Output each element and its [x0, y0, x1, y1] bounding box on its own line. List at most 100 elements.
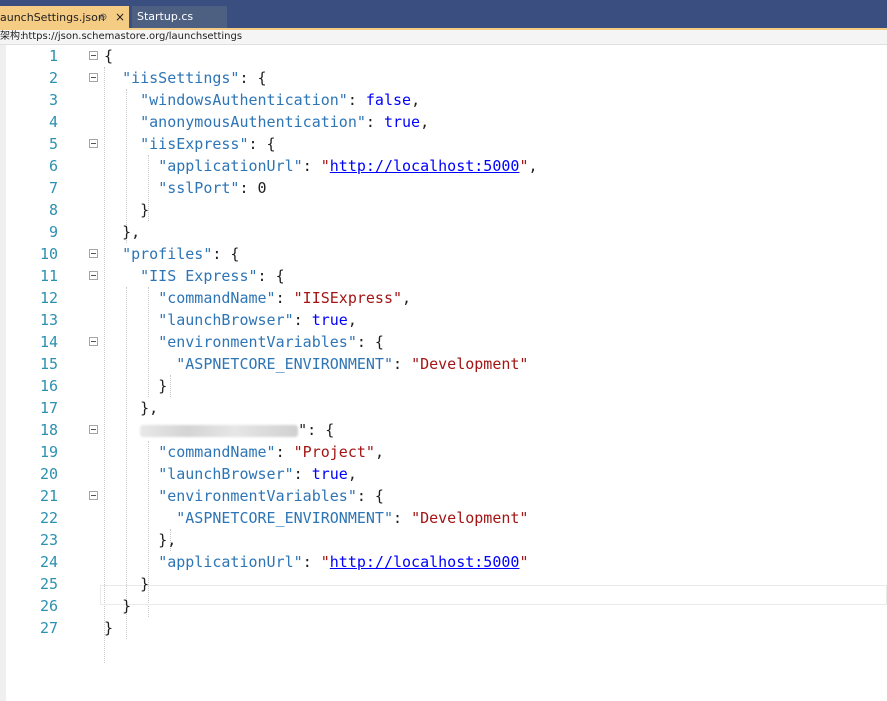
line-number: 13: [39, 311, 58, 329]
brace: }: [158, 377, 168, 395]
schema-bar: 架构: https://json.schemastore.org/launchs…: [0, 30, 887, 45]
code-line: 5 "iisExpress": {: [0, 133, 887, 155]
line-number: 24: [39, 553, 58, 571]
code-editor[interactable]: 1 { 2 "iisSettings": { 3 "windowsAuthent…: [0, 45, 887, 701]
line-number: 5: [48, 135, 58, 153]
code-line: 21 "environmentVariables": {: [0, 485, 887, 507]
line-number: 17: [39, 399, 58, 417]
collapse-icon[interactable]: [89, 139, 98, 148]
code-line: 3 "windowsAuthentication": false,: [0, 89, 887, 111]
punct: :: [347, 91, 366, 109]
json-string: "IISExpress": [293, 289, 403, 307]
pin-icon[interactable]: ⊕: [99, 7, 107, 29]
json-key: "applicationUrl": [158, 157, 303, 175]
tab-launchsettings-json[interactable]: aunchSettings.json ⊕ ×: [0, 6, 129, 30]
punct: ,: [411, 91, 421, 109]
json-bool: true: [311, 311, 348, 329]
line-number: 18: [39, 421, 58, 439]
tab-label: Startup.cs: [137, 10, 194, 23]
json-key: "iisExpress": [140, 135, 249, 153]
brace: }: [104, 619, 114, 637]
punct: :: [365, 113, 384, 131]
code-line: 15 "ASPNETCORE_ENVIRONMENT": "Developmen…: [0, 353, 887, 375]
json-key: "windowsAuthentication": [140, 91, 348, 109]
json-key: "sslPort": [158, 179, 240, 197]
code-line: 7 "sslPort": 0: [0, 177, 887, 199]
line-number: 12: [39, 289, 58, 307]
url-link[interactable]: http://localhost:5000: [330, 553, 520, 571]
json-bool: true: [311, 465, 348, 483]
line-number: 3: [48, 91, 58, 109]
document-tab-bar: aunchSettings.json ⊕ × Startup.cs: [0, 0, 887, 30]
code-line: 2 "iisSettings": {: [0, 67, 887, 89]
collapse-icon[interactable]: [89, 425, 98, 434]
punct: : {: [257, 267, 285, 285]
tab-startup-cs[interactable]: Startup.cs: [132, 6, 227, 28]
brace: }: [140, 201, 150, 219]
line-number: 1: [48, 47, 58, 65]
code-line: 20 "launchBrowser": true,: [0, 463, 887, 485]
punct: : {: [212, 245, 240, 263]
collapse-icon[interactable]: [89, 51, 98, 60]
code-line: 22 "ASPNETCORE_ENVIRONMENT": "Developmen…: [0, 507, 887, 529]
json-number: 0: [257, 179, 267, 197]
json-key: "launchBrowser": [158, 311, 294, 329]
code-line: 16 }: [0, 375, 887, 397]
brace: },: [122, 223, 141, 241]
json-key: "IIS Express": [140, 267, 258, 285]
collapse-icon[interactable]: [89, 491, 98, 500]
code-line: 14 "environmentVariables": {: [0, 331, 887, 353]
punct: : {: [356, 487, 384, 505]
punct: :: [293, 311, 312, 329]
code-line: 8 }: [0, 199, 887, 221]
line-number: 4: [48, 113, 58, 131]
punct: ,: [347, 465, 357, 483]
code-line: 19 "commandName": "Project",: [0, 441, 887, 463]
punct: : {: [356, 333, 384, 351]
line-number: 6: [48, 157, 58, 175]
collapse-icon[interactable]: [89, 73, 98, 82]
punct: ": {: [298, 421, 335, 439]
brace: },: [158, 531, 177, 549]
punct: ,: [402, 289, 412, 307]
punct: : {: [239, 69, 267, 87]
brace: {: [104, 47, 114, 65]
json-string: "Development": [411, 355, 529, 373]
code-line: 26 }: [0, 595, 887, 617]
json-key: "profiles": [122, 245, 213, 263]
json-bool: true: [383, 113, 421, 131]
code-line: 4 "anonymousAuthentication": true,: [0, 111, 887, 133]
collapse-icon[interactable]: [89, 249, 98, 258]
punct: :: [275, 443, 294, 461]
collapse-icon[interactable]: [89, 337, 98, 346]
collapse-icon[interactable]: [89, 271, 98, 280]
code-line: 6 "applicationUrl": "http://localhost:50…: [0, 155, 887, 177]
line-number: 8: [48, 201, 58, 219]
json-key: "environmentVariables": [158, 487, 357, 505]
json-key: "applicationUrl": [158, 553, 303, 571]
punct: ,: [374, 443, 384, 461]
schema-url[interactable]: https://json.schemastore.org/launchsetti…: [22, 30, 242, 44]
json-key: "commandName": [158, 443, 276, 461]
code-line: 11 "IIS Express": {: [0, 265, 887, 287]
punct: :: [293, 465, 312, 483]
line-number: 21: [39, 487, 58, 505]
url-link[interactable]: http://localhost:5000: [330, 157, 520, 175]
close-icon[interactable]: ×: [115, 6, 125, 28]
code-line: 23 },: [0, 529, 887, 551]
line-number: 9: [48, 223, 58, 241]
json-key: "ASPNETCORE_ENVIRONMENT": [176, 509, 393, 527]
json-key: "iisSettings": [122, 69, 240, 87]
line-number: 23: [39, 531, 58, 549]
line-number: 2: [48, 69, 58, 87]
code-line: 12 "commandName": "IISExpress",: [0, 287, 887, 309]
line-number: 7: [48, 179, 58, 197]
code-line: 27 }: [0, 617, 887, 639]
json-key: "commandName": [158, 289, 276, 307]
brace: }: [140, 575, 150, 593]
line-number: 27: [39, 619, 58, 637]
quote: ": [519, 553, 529, 571]
line-number: 11: [39, 267, 58, 285]
line-number: 26: [39, 597, 58, 615]
line-number: 25: [39, 575, 58, 593]
